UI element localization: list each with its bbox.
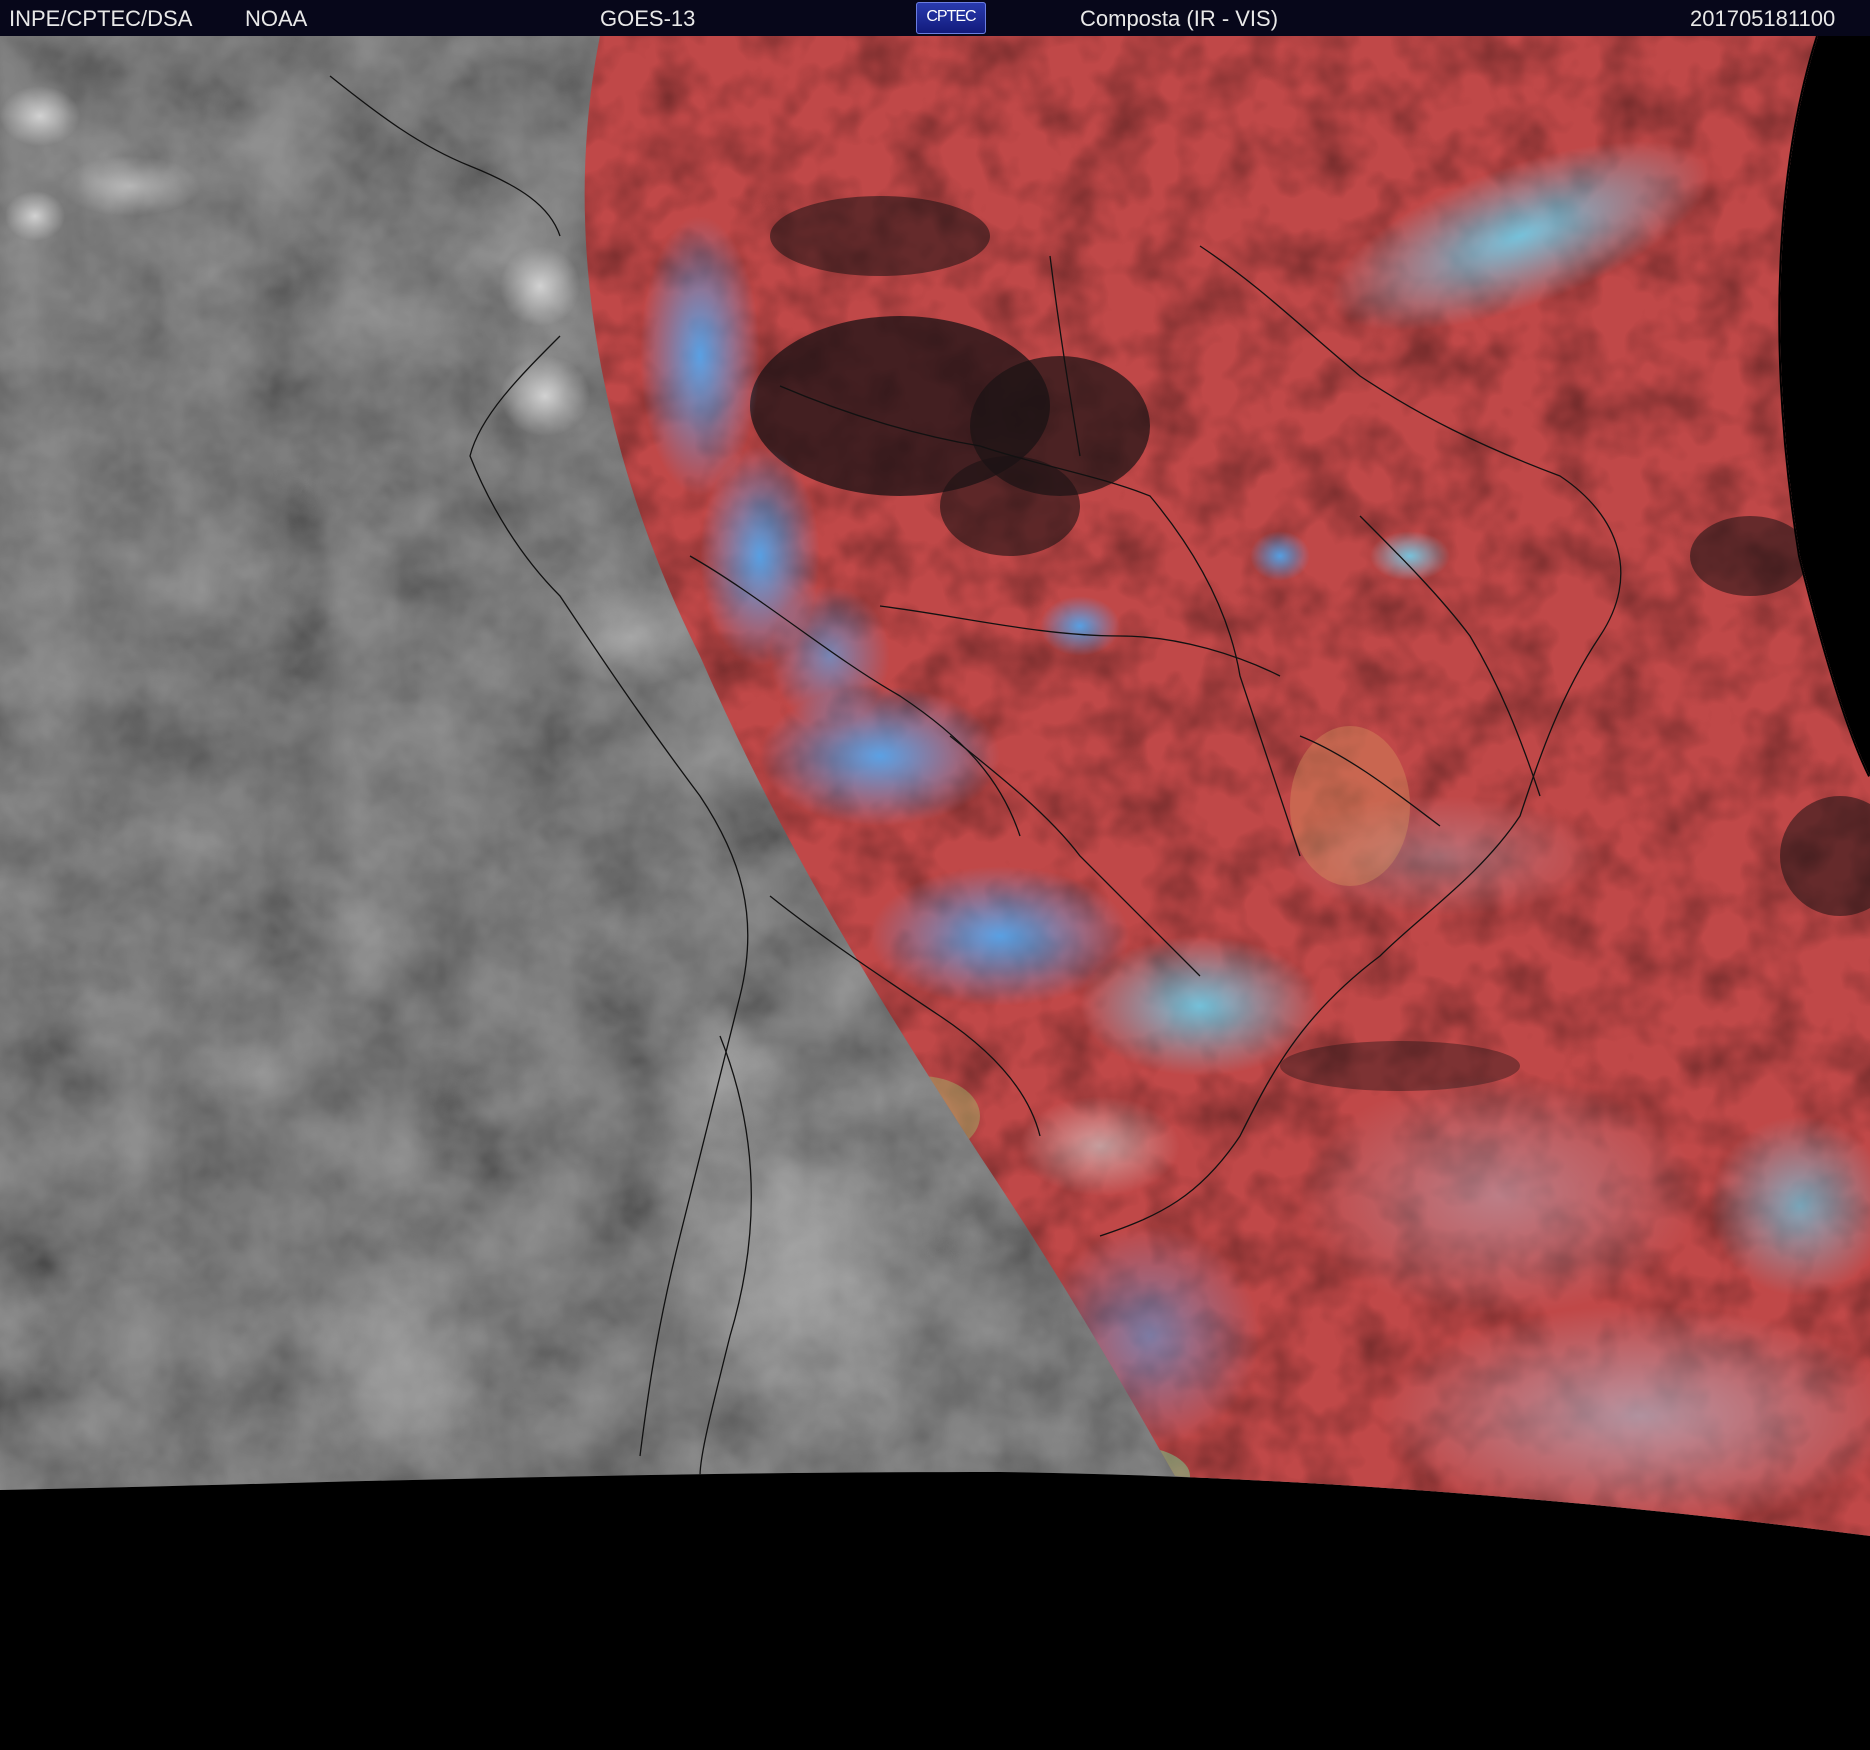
satellite-label: GOES-13 bbox=[600, 6, 696, 31]
partner-label: NOAA bbox=[245, 6, 308, 31]
cptec-logo: CPTEC bbox=[916, 2, 986, 34]
agency-label: INPE/CPTEC/DSA bbox=[9, 6, 193, 31]
title-bar: INPE/CPTEC/DSA NOAA GOES-13 CPTEC Compos… bbox=[0, 0, 1870, 36]
satellite-image bbox=[0, 36, 1870, 1750]
timestamp-label: 201705181100 bbox=[1690, 6, 1836, 31]
cloud-cluster bbox=[0, 86, 80, 146]
product-label: Composta (IR - VIS) bbox=[1080, 6, 1279, 31]
logo-text: CPTEC bbox=[926, 8, 976, 25]
